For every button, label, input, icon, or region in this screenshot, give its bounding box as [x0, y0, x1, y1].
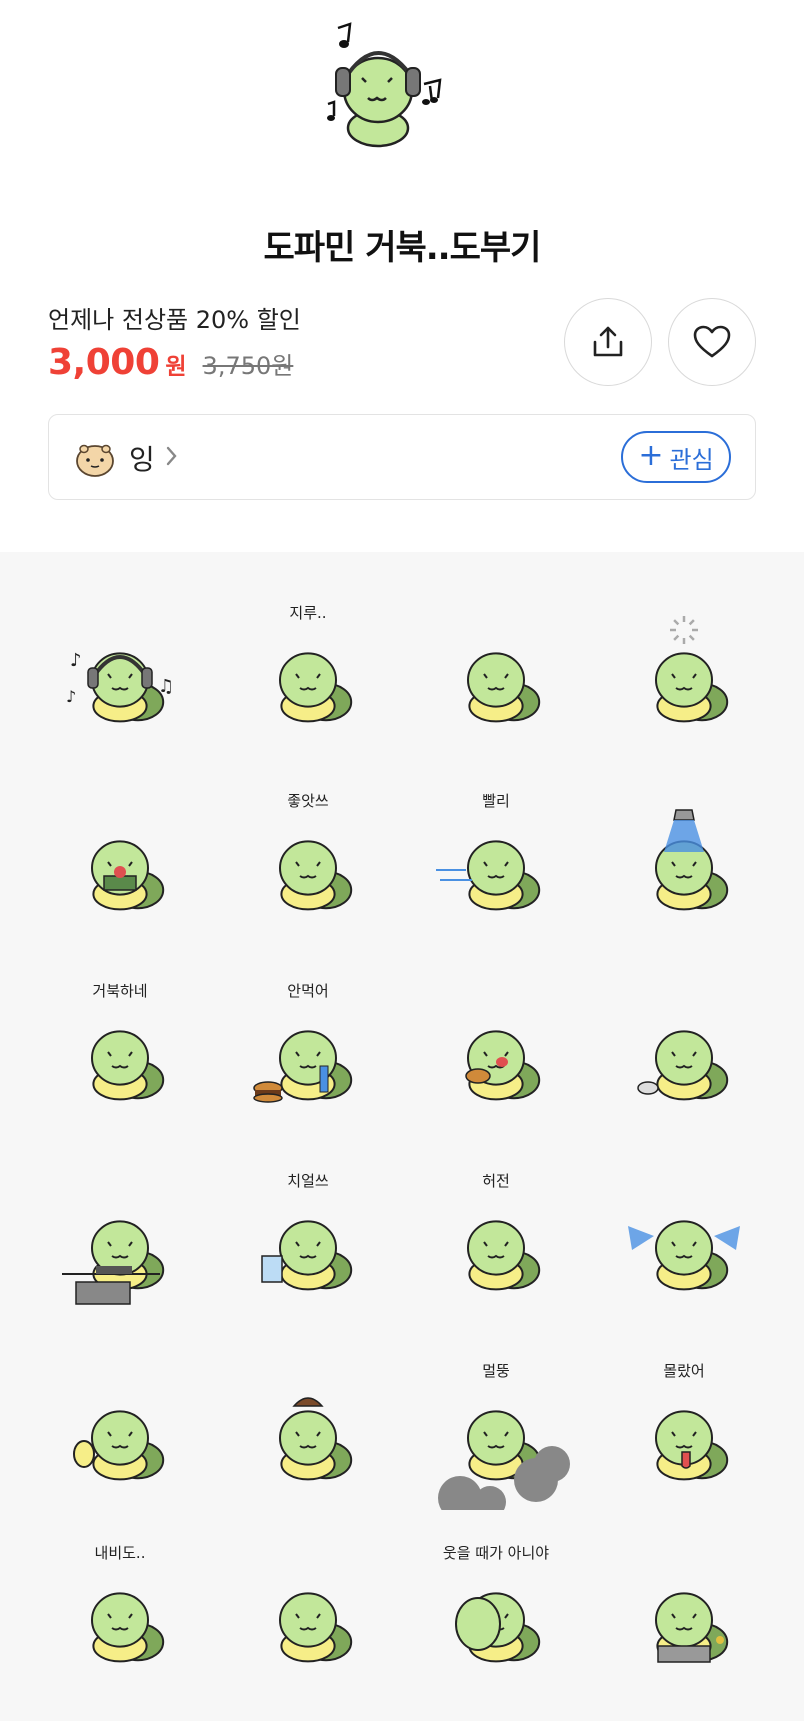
sticker-caption: 지루..	[289, 604, 327, 622]
sticker-item[interactable]	[40, 790, 200, 940]
sticker-image	[279, 1592, 353, 1663]
sticker-image	[637, 1030, 729, 1101]
sticker-image	[655, 1592, 729, 1663]
sticker-item[interactable]: 허전	[416, 1170, 576, 1320]
sticker-caption: 거북하네	[92, 982, 148, 1000]
sticker-item[interactable]	[604, 980, 764, 1130]
sticker-caption: 몰랐어	[663, 1362, 705, 1380]
sticker-item[interactable]	[416, 980, 576, 1130]
heart-icon	[693, 325, 731, 358]
sticker-grid: ♪ ♫ ♪ 지루.. 좋앗쓰 빨리 거북하네 안먹어 치얼쓰 허전 멀뚱 몰랐어내비도..…	[0, 552, 804, 1721]
sticker-item[interactable]: 좋앗쓰	[228, 790, 388, 940]
sticker-item[interactable]: 멀뚱	[416, 1360, 576, 1510]
sticker-item[interactable]	[40, 1170, 200, 1320]
sticker-item[interactable]	[228, 1360, 388, 1510]
sticker-image	[91, 1030, 165, 1101]
product-hero-image	[0, 0, 804, 200]
original-price: 3,750원	[202, 352, 294, 380]
sticker-image	[279, 652, 353, 723]
sticker-item[interactable]: 내비도..	[40, 1542, 200, 1692]
product-title: 도파민 거북..도부기	[263, 228, 542, 268]
hero-turtle-illustration	[327, 22, 442, 148]
sticker-item[interactable]: ♪ ♫ ♪	[40, 602, 200, 752]
sticker-item[interactable]	[228, 1542, 388, 1692]
sticker-caption: 멀뚱	[482, 1362, 510, 1380]
sticker-caption: 안먹어	[287, 982, 329, 1000]
promo-text: 언제나 전상품 20% 할인	[48, 306, 301, 334]
sticker-image	[279, 840, 353, 911]
share-icon	[593, 326, 623, 357]
sticker-image	[438, 1410, 570, 1510]
sticker-image	[91, 1592, 165, 1663]
follow-button[interactable]: + 관심	[621, 431, 731, 483]
sticker-item[interactable]: 거북하네	[40, 980, 200, 1130]
sticker-caption: 내비도..	[94, 1544, 146, 1562]
sticker-image	[91, 840, 165, 911]
sticker-image	[655, 1410, 729, 1481]
sticker-image	[62, 1220, 165, 1305]
artist-name[interactable]: 잉	[129, 438, 155, 478]
share-button[interactable]	[564, 298, 652, 386]
sticker-item[interactable]: 빨리	[416, 790, 576, 940]
svg-text:♪: ♪	[66, 687, 76, 706]
price-row: 3,000 원 3,750원	[48, 342, 294, 383]
sticker-caption: 빨리	[482, 792, 510, 810]
sticker-image	[655, 616, 729, 723]
sticker-image	[467, 1220, 541, 1291]
sticker-image	[261, 1220, 353, 1291]
sticker-image	[455, 1592, 541, 1663]
sticker-item[interactable]: 지루..	[228, 602, 388, 752]
sticker-item[interactable]: 치얼쓰	[228, 1170, 388, 1320]
sticker-item[interactable]	[604, 790, 764, 940]
sticker-caption: 웃을 때가 아니야	[442, 1544, 550, 1562]
sticker-caption: 치얼쓰	[287, 1172, 329, 1190]
sticker-image	[465, 1030, 541, 1101]
sticker-image	[73, 1410, 165, 1481]
sticker-item[interactable]	[604, 602, 764, 752]
sticker-item[interactable]: 웃을 때가 아니야	[416, 1542, 576, 1692]
artist-avatar	[76, 444, 114, 477]
sticker-image	[467, 652, 541, 723]
sticker-image	[436, 840, 541, 911]
sticker-item[interactable]	[604, 1170, 764, 1320]
sticker-image	[279, 1397, 353, 1481]
sticker-image: ♪ ♫ ♪	[66, 650, 174, 723]
sticker-item[interactable]	[604, 1542, 764, 1692]
sticker-item[interactable]: 몰랐어	[604, 1360, 764, 1510]
sticker-image	[655, 809, 729, 911]
sticker-item[interactable]	[416, 602, 576, 752]
sticker-item[interactable]	[40, 1360, 200, 1510]
sticker-image	[253, 1030, 353, 1103]
sticker-image	[628, 1220, 740, 1291]
svg-text:♪: ♪	[70, 650, 82, 671]
currency-unit: 원	[165, 354, 187, 380]
sticker-caption: 좋앗쓰	[287, 792, 329, 810]
plus-icon: +	[638, 438, 664, 473]
sticker-caption: 허전	[482, 1172, 510, 1190]
follow-label: 관심	[669, 445, 714, 474]
chevron-right-icon	[166, 446, 177, 466]
svg-text:♫: ♫	[158, 676, 174, 697]
sticker-item[interactable]: 안먹어	[228, 980, 388, 1130]
artist-card[interactable]: 잉 + 관심	[48, 414, 756, 500]
sale-price: 3,000	[48, 342, 160, 383]
like-button[interactable]	[668, 298, 756, 386]
